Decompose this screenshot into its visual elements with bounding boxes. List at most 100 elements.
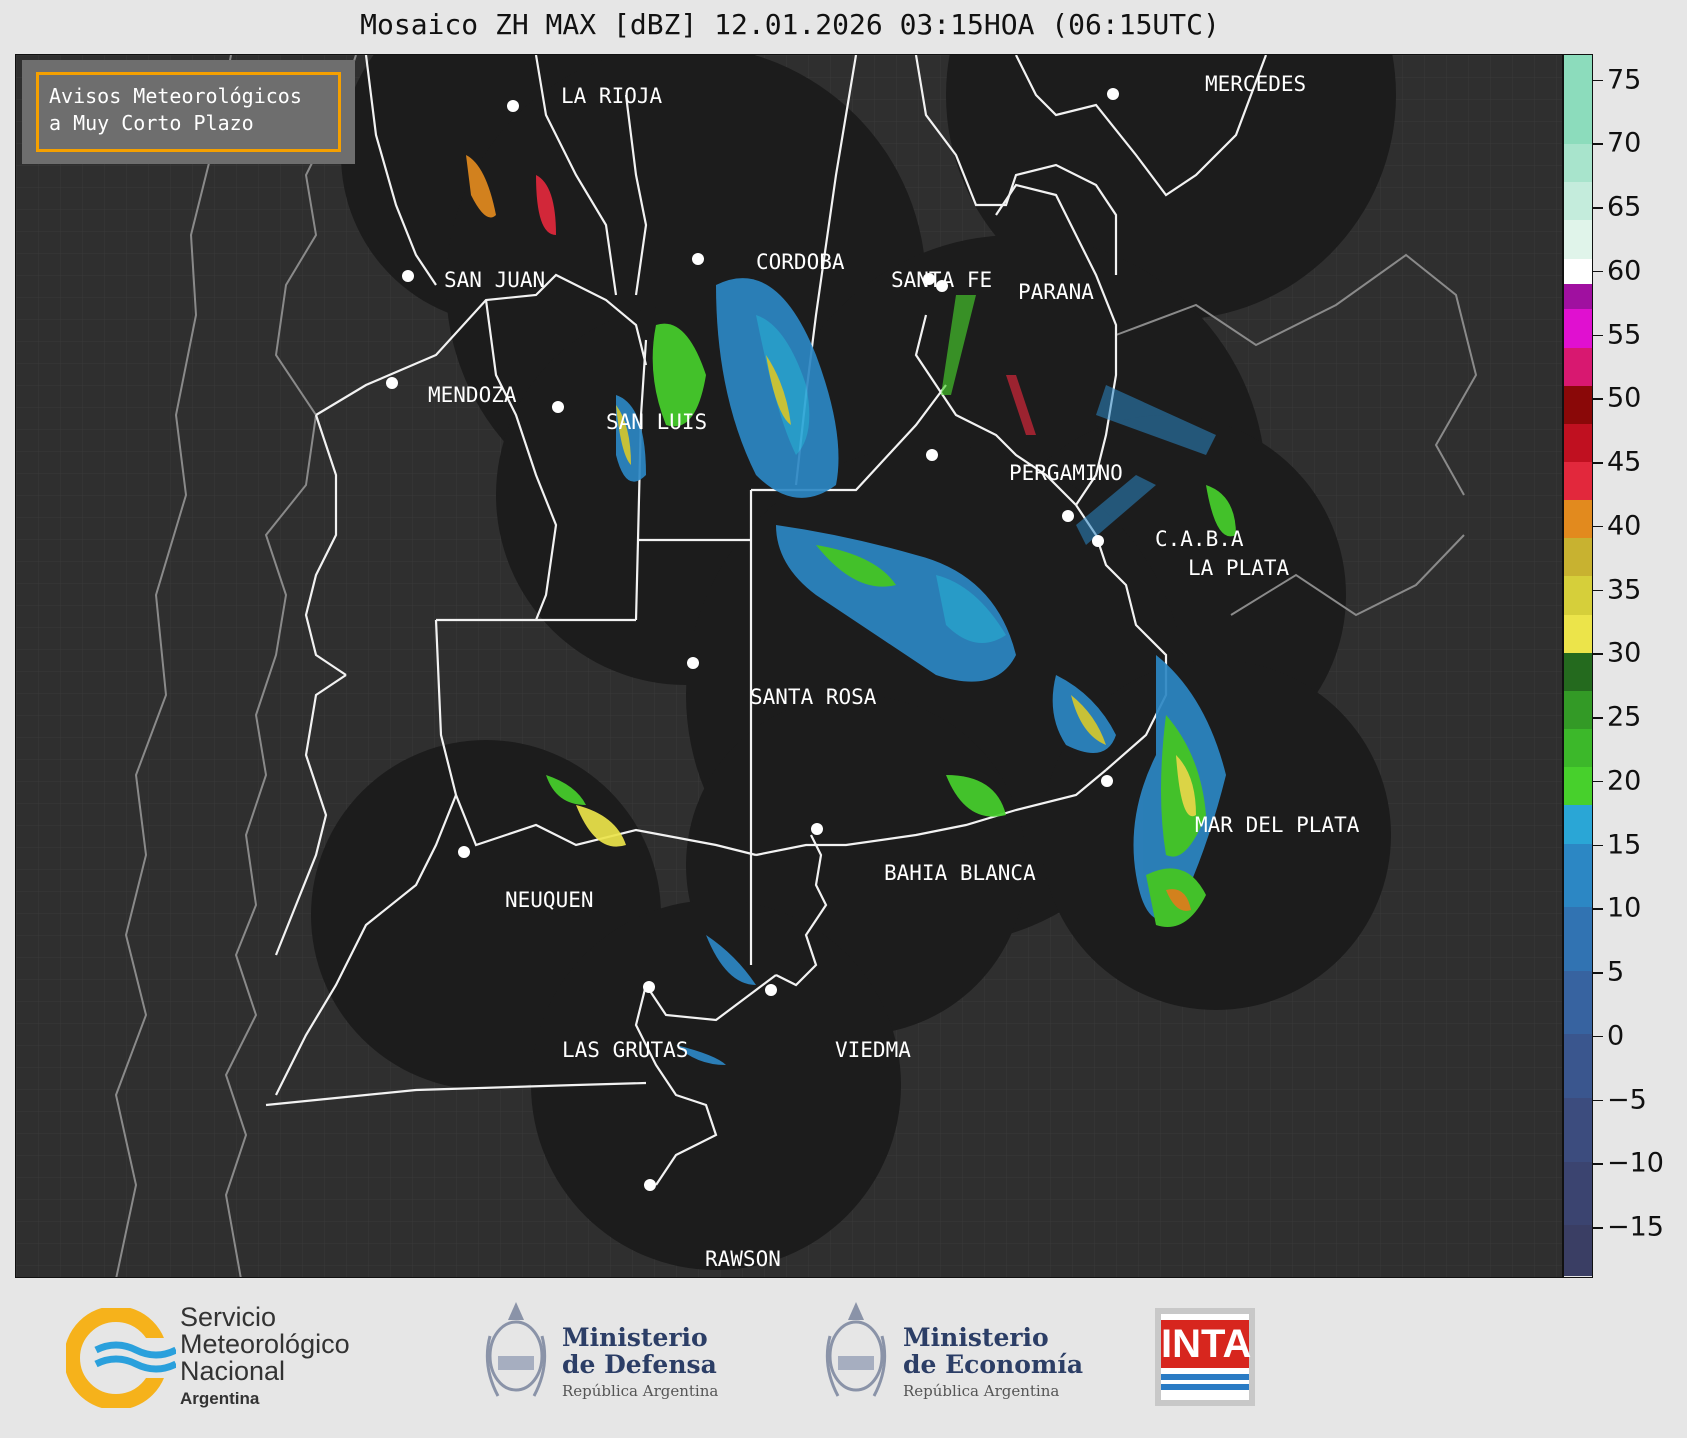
city-marker-la-rioja — [507, 100, 519, 112]
city-marker-mercedes — [1107, 88, 1119, 100]
colorbar-band — [1564, 347, 1592, 386]
colorbar-band — [1564, 423, 1592, 462]
defensa-line-1: Ministerio — [562, 1323, 708, 1352]
city-marker-mendoza — [386, 377, 398, 389]
city-label-viedma: VIEDMA — [835, 1038, 911, 1062]
avisos-line-1: Avisos Meteorológicos — [49, 84, 302, 108]
colorbar-band — [1564, 805, 1592, 844]
colorbar-tick — [1593, 1227, 1603, 1229]
colorbar-tick-label: 30 — [1607, 637, 1642, 669]
colorbar-tick-label: 40 — [1607, 510, 1642, 542]
city-marker-bahia-blanca — [811, 823, 823, 835]
colorbar-band — [1564, 767, 1592, 806]
colorbar-band — [1564, 729, 1592, 768]
smn-line-1: Servicio — [180, 1302, 277, 1332]
smn-line-4: Argentina — [180, 1389, 260, 1408]
avisos-panel: Avisos Meteorológicos a Muy Corto Plazo — [22, 60, 355, 164]
city-marker-caba — [1062, 510, 1074, 522]
smn-logo-icon — [66, 1308, 176, 1408]
city-label-rawson: RAWSON — [705, 1247, 781, 1271]
colorbar-tick — [1593, 1163, 1603, 1165]
colorbar-tick — [1593, 525, 1603, 528]
smn-line-3: Nacional — [180, 1356, 286, 1386]
city-label-mendoza: MENDOZA — [428, 383, 517, 407]
map-title: Mosaico ZH MAX [dBZ] 12.01.2026 03:15HOA… — [360, 8, 1220, 41]
avisos-line-2: a Muy Corto Plazo — [49, 111, 254, 135]
city-label-caba: C.A.B.A — [1155, 527, 1244, 551]
city-marker-mar-del-plata — [1101, 775, 1113, 787]
colorbar-tick — [1593, 79, 1603, 81]
colorbar-tick-label: 25 — [1607, 701, 1642, 733]
colorbar-tick — [1593, 908, 1603, 910]
city-marker-rawson — [644, 1179, 656, 1191]
city-label-san-juan: SAN JUAN — [444, 268, 546, 292]
colorbar-tick-label: 75 — [1607, 64, 1642, 95]
city-label-la-rioja: LA RIOJA — [561, 84, 663, 108]
city-marker-cordoba — [692, 253, 704, 265]
colorbar-tick — [1593, 844, 1603, 846]
colorbar-tick-label: 60 — [1607, 255, 1642, 287]
inta-logo-word: INTA — [1161, 1320, 1252, 1368]
colorbar-tick — [1593, 334, 1603, 336]
colorbar-band — [1564, 182, 1592, 221]
city-marker-la-plata — [1092, 535, 1104, 547]
colorbar-tick-label: 10 — [1607, 892, 1642, 924]
colorbar-tick — [1593, 1035, 1603, 1038]
colorbar-tick — [1593, 589, 1603, 591]
economia-shield-icon — [825, 1302, 887, 1397]
economia-line-2: de Economía — [903, 1350, 1084, 1379]
colorbar — [1563, 54, 1593, 1278]
colorbar-tick — [1593, 1099, 1603, 1101]
colorbar-tick — [1593, 270, 1603, 273]
city-marker-san-luis — [552, 401, 564, 413]
city-label-santa-fe: SANTA FE — [891, 268, 993, 292]
city-label-neuquen: NEUQUEN — [505, 888, 594, 912]
colorbar-band — [1564, 970, 1592, 1035]
city-marker-santa-rosa — [687, 657, 699, 669]
colorbar-tick-label: −5 — [1607, 1084, 1647, 1115]
defensa-logo-text: Ministerio de Defensa República Argentin… — [562, 1324, 718, 1405]
colorbar-band — [1564, 500, 1592, 539]
colorbar-band — [1564, 843, 1592, 908]
colorbar-tick-label: 65 — [1607, 191, 1642, 223]
colorbar-band — [1564, 1161, 1592, 1226]
colorbar-band — [1564, 283, 1592, 310]
colorbar-band — [1564, 385, 1592, 424]
colorbar-band — [1564, 614, 1592, 653]
colorbar-band — [1564, 576, 1592, 615]
colorbar-tick-label: −15 — [1607, 1211, 1664, 1243]
city-label-cordoba: CORDOBA — [756, 250, 845, 274]
colorbar-tick-label: 55 — [1607, 319, 1642, 350]
economia-line-1: Ministerio — [903, 1323, 1049, 1352]
city-label-las-grutas: LAS GRUTAS — [562, 1038, 689, 1062]
colorbar-band — [1564, 652, 1592, 691]
defensa-shield-icon — [485, 1302, 547, 1397]
colorbar-tick-label: 35 — [1607, 574, 1642, 605]
city-marker-las-grutas — [643, 981, 655, 993]
colorbar-band — [1564, 309, 1592, 348]
inta-logo-inner: INTA — [1161, 1314, 1252, 1400]
city-marker-san-juan — [402, 270, 414, 282]
colorbar-band — [1564, 144, 1592, 183]
colorbar-tick-label: −10 — [1607, 1147, 1664, 1179]
colorbar-tick — [1593, 972, 1603, 974]
colorbar-tick — [1593, 398, 1603, 400]
city-label-san-luis: SAN LUIS — [606, 410, 708, 434]
colorbar-tick — [1593, 143, 1603, 145]
city-label-la-plata: LA PLATA — [1188, 556, 1290, 580]
colorbar-tick — [1593, 653, 1603, 655]
city-marker-viedma — [765, 984, 777, 996]
colorbar-tick — [1593, 462, 1603, 464]
colorbar-tick — [1593, 717, 1603, 719]
city-marker-neuquen — [458, 846, 470, 858]
radar-map-svg — [16, 55, 1562, 1277]
defensa-line-2: de Defensa — [562, 1350, 717, 1379]
colorbar-tick-label: 20 — [1607, 765, 1642, 797]
city-label-bahia-blanca: BAHIA BLANCA — [884, 861, 1036, 885]
colorbar-band — [1564, 690, 1592, 730]
colorbar-tick-label: 5 — [1607, 956, 1625, 988]
colorbar-tick-label: 15 — [1607, 829, 1642, 860]
colorbar-band — [1564, 220, 1592, 259]
city-marker-pergamino — [926, 449, 938, 461]
economia-line-3: República Argentina — [903, 1382, 1060, 1400]
